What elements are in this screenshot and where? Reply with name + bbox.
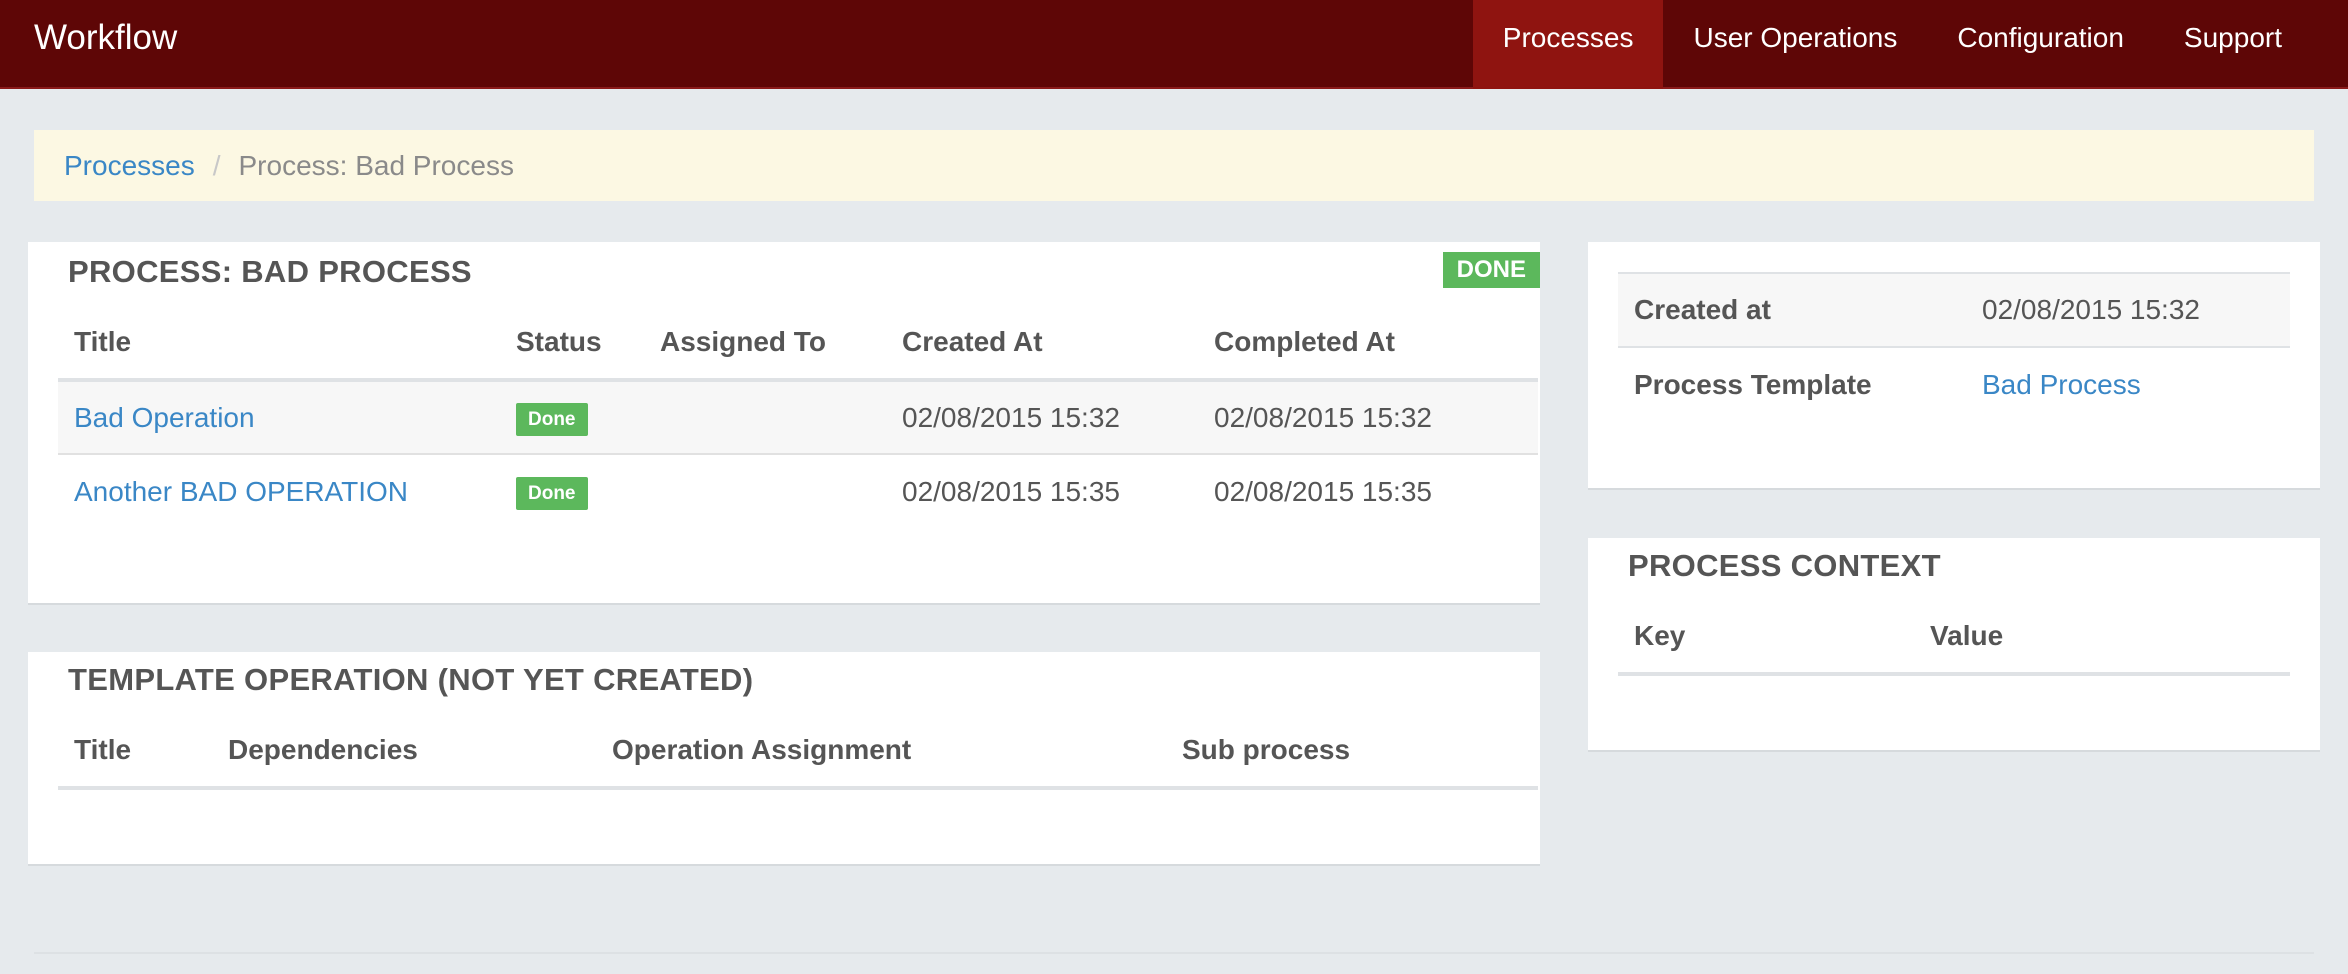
context-panel-title: PROCESS CONTEXT <box>1628 548 1941 583</box>
context-table: Key Value <box>1618 600 2290 676</box>
nav-user-operations[interactable]: User Operations <box>1663 0 1927 89</box>
col-status: Status <box>500 306 644 382</box>
table-row: Another BAD OPERATION Done 02/08/2015 15… <box>58 454 1538 528</box>
breadcrumb: Processes / Process: Bad Process <box>34 130 2314 201</box>
main-nav: Processes User Operations Configuration … <box>1472 0 2348 89</box>
created-at-cell: 02/08/2015 15:35 <box>902 475 1120 507</box>
operation-link[interactable]: Another BAD OPERATION <box>74 476 408 507</box>
breadcrumb-current: Process: Bad Process <box>238 150 514 181</box>
col-operation-assignment: Operation Assignment <box>596 714 1166 790</box>
nav-configuration[interactable]: Configuration <box>1927 0 2154 89</box>
template-operations-table: Title Dependencies Operation Assignment … <box>58 714 1538 790</box>
template-panel-title: TEMPLATE OPERATION (NOT YET CREATED) <box>68 662 754 697</box>
status-badge: Done <box>516 476 588 510</box>
col-sub-process: Sub process <box>1166 714 1538 790</box>
info-value: 02/08/2015 15:32 <box>1966 272 2290 347</box>
col-dependencies: Dependencies <box>212 714 596 790</box>
col-title: Title <box>58 306 500 382</box>
col-key: Key <box>1618 600 1914 676</box>
col-completed-at: Completed At <box>1198 306 1538 382</box>
breadcrumb-separator: / <box>212 150 221 181</box>
top-navbar: Workflow Processes User Operations Confi… <box>0 0 2348 89</box>
template-operation-panel: TEMPLATE OPERATION (NOT YET CREATED) Tit… <box>28 652 1540 866</box>
assigned-to-cell <box>644 454 886 528</box>
footer-divider <box>34 952 2314 954</box>
completed-at-cell: 02/08/2015 15:32 <box>1198 380 1538 455</box>
operation-link[interactable]: Bad Operation <box>74 402 255 433</box>
operations-table: Title Status Assigned To Created At Comp… <box>58 306 1538 528</box>
process-info-panel: Created at 02/08/2015 15:32 Process Temp… <box>1588 242 2320 490</box>
col-created-at: Created At <box>886 306 1198 382</box>
table-row: Bad Operation Done 02/08/2015 15:32 02/0… <box>58 380 1538 455</box>
nav-processes[interactable]: Processes <box>1472 0 1664 89</box>
completed-at-cell: 02/08/2015 15:35 <box>1214 475 1432 507</box>
col-assigned-to: Assigned To <box>644 306 886 382</box>
nav-support[interactable]: Support <box>2154 0 2312 89</box>
info-key: Process Template <box>1618 346 1966 421</box>
brand-logo[interactable]: Workflow <box>34 0 177 89</box>
process-status-badge: DONE <box>1442 252 1540 288</box>
breadcrumb-processes-link[interactable]: Processes <box>64 150 195 181</box>
process-info-table: Created at 02/08/2015 15:32 Process Temp… <box>1618 272 2290 421</box>
assigned-to-cell <box>644 380 886 455</box>
col-value: Value <box>1914 600 2290 676</box>
col-title: Title <box>58 714 212 790</box>
info-key: Created at <box>1618 272 1966 347</box>
process-panel-title: PROCESS: BAD PROCESS <box>68 254 472 289</box>
info-row: Process Template Bad Process <box>1618 346 2290 421</box>
status-badge: Done <box>516 402 588 436</box>
created-at-cell: 02/08/2015 15:32 <box>886 380 1198 455</box>
info-row: Created at 02/08/2015 15:32 <box>1618 272 2290 347</box>
process-panel: PROCESS: BAD PROCESS DONE Title Status A… <box>28 242 1540 605</box>
process-context-panel: PROCESS CONTEXT Key Value <box>1588 538 2320 752</box>
process-template-link[interactable]: Bad Process <box>1982 369 2141 400</box>
